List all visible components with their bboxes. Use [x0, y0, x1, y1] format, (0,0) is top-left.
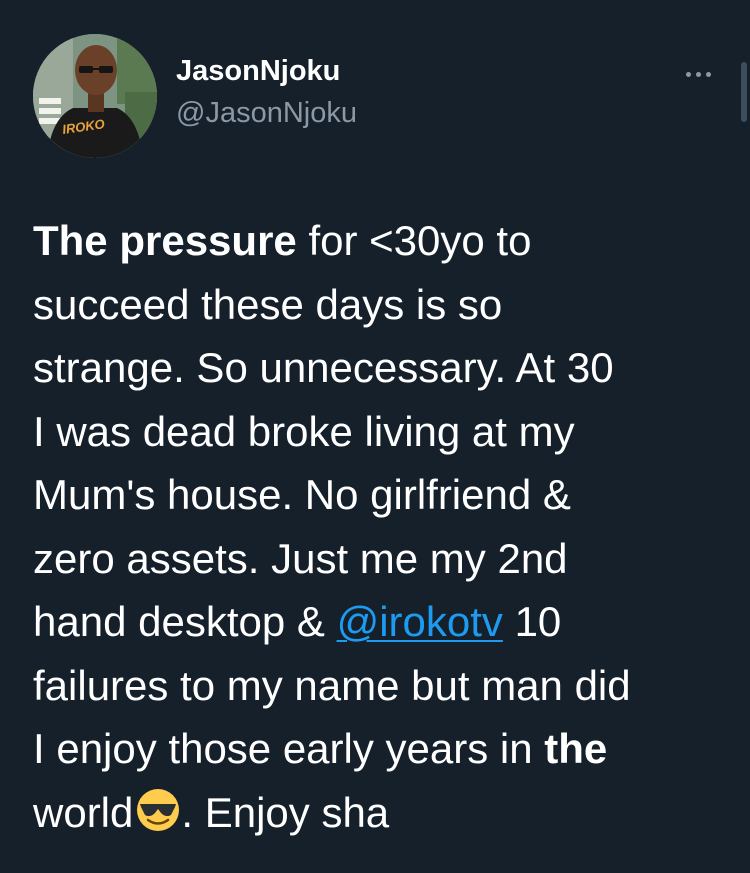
scrollbar[interactable]: [741, 62, 747, 122]
tweet-line-9: I enjoy those early years in the: [33, 717, 733, 781]
tweet-line-10: world . Enjoy sha: [33, 781, 733, 845]
more-options-button[interactable]: [676, 60, 720, 88]
more-dot-icon: [705, 71, 711, 77]
tweet-line-7-tail: 10: [502, 598, 562, 645]
tweet-line-8: failures to my name but man did: [33, 661, 631, 709]
tweet-bold-word: the: [544, 725, 608, 772]
tweet-line-9-text: I enjoy those early years in: [33, 725, 545, 772]
more-dot-icon: [685, 71, 691, 77]
avatar[interactable]: IROKO: [33, 34, 157, 158]
tweet-line-1: The pressure for <30yo to: [33, 209, 733, 273]
tweet-line-5: Mum's house. No girlfriend &: [33, 471, 571, 518]
tweet-line-1-text: for <30yo to: [296, 217, 532, 264]
author-handle[interactable]: @JasonNjoku: [176, 97, 357, 130]
tweet-line-10-tail: . Enjoy sha: [181, 788, 390, 836]
tweet-line-10-text: world: [33, 788, 134, 836]
tweet-line-3: strange. So unnecessary. At 30: [33, 344, 614, 391]
tweet-line-2: succeed these days is so: [33, 280, 503, 328]
more-dot-icon: [695, 71, 701, 77]
tweet-line-6: zero assets. Just me my 2nd: [33, 534, 568, 582]
author-display-name[interactable]: JasonNjoku: [176, 55, 340, 88]
tweet-bold-phrase: The pressure: [33, 217, 297, 264]
tweet-line-4: I was dead broke living at my: [33, 407, 575, 455]
avatar-photo: IROKO: [33, 34, 157, 158]
tweet-text: The pressure for <30yo to succeed these …: [33, 209, 733, 844]
smiling-face-with-sunglasses-icon: [137, 788, 180, 831]
tweet-line-7-text: hand desktop &: [33, 598, 337, 645]
mention-link[interactable]: @irokotv: [337, 598, 503, 645]
tweet-line-7: hand desktop & @irokotv 10: [33, 590, 733, 654]
